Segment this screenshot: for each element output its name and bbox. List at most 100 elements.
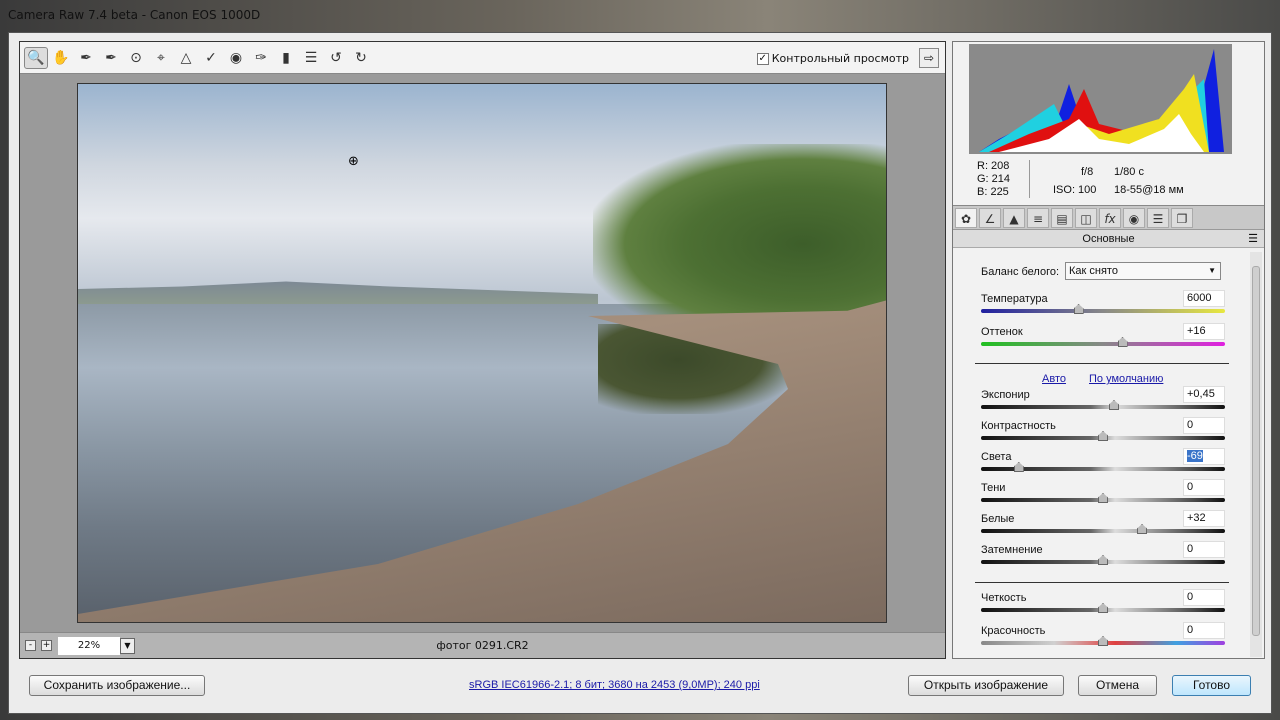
slider-label: Экспонир (981, 389, 1030, 401)
iso: ISO: 100 (1053, 184, 1097, 196)
adjustments-panel: R: 208 G: 214 B: 225 f/8 1/80 c ISO: 100… (952, 41, 1265, 659)
rotate-right-icon[interactable]: ↻ (349, 47, 373, 69)
cancel-button[interactable]: Отмена (1078, 675, 1157, 696)
slider-value-input[interactable]: 0 (1183, 417, 1225, 434)
checkbox-check-icon[interactable]: ✓ (756, 52, 769, 65)
panel-scrollbar[interactable] (1250, 252, 1262, 657)
camera-raw-dialog: 🔍 ✋ ✒ ✒ ⊙ ⌖ △ ✓ ◉ ✑ ▮ ☰ ↺ ↻ ✓ Контрольный… (8, 32, 1272, 714)
slider-value-input[interactable]: -69 (1183, 448, 1225, 465)
tab-camera-calibration-icon[interactable]: ◉ (1123, 207, 1145, 228)
slider-handle[interactable] (1108, 400, 1119, 410)
slider-value-input[interactable]: 0 (1183, 479, 1225, 496)
lens: 18-55@18 мм (1114, 184, 1184, 196)
tab-hsl-icon[interactable]: ≡ (1027, 207, 1049, 228)
dialog-footer: Сохранить изображение... sRGB IEC61966-2… (9, 665, 1271, 705)
graduated-filter-icon[interactable]: ▮ (274, 47, 298, 69)
tab-basic-icon[interactable]: ✿ (955, 207, 977, 228)
slider-value: +16 (1187, 325, 1206, 337)
slider-label: Температура (981, 293, 1048, 305)
slider-value-input[interactable]: +16 (1183, 323, 1225, 340)
slider-value: 0 (1187, 591, 1194, 603)
file-name: фотог 0291.CR2 (436, 639, 529, 652)
slider-handle[interactable] (1098, 555, 1108, 565)
slider-handle[interactable] (1098, 493, 1108, 503)
zoom-out-button[interactable]: - (25, 640, 36, 651)
tab-presets-icon[interactable]: ☰ (1147, 207, 1169, 228)
basic-panel: Баланс белого: Как снято ▼ Температура 60… (953, 249, 1249, 659)
open-image-button[interactable]: Открыть изображение (908, 675, 1064, 696)
slider-value-input[interactable]: 0 (1183, 589, 1225, 606)
slider-value: -69 (1187, 450, 1203, 462)
crop-icon[interactable]: ⌖ (149, 47, 173, 69)
preview-label: Контрольный просмотр (771, 52, 909, 65)
toolbar: 🔍 ✋ ✒ ✒ ⊙ ⌖ △ ✓ ◉ ✑ ▮ ☰ ↺ ↻ ✓ Контрольный… (20, 42, 945, 74)
panel-menu-icon[interactable]: ☰ (1248, 230, 1258, 248)
mountains (78, 281, 598, 304)
rotate-left-icon[interactable]: ↺ (324, 47, 348, 69)
shutter: 1/80 c (1114, 166, 1144, 178)
b-value: B: 225 (977, 186, 1009, 198)
slider-handle[interactable] (1073, 304, 1084, 314)
slider-track[interactable] (981, 529, 1225, 533)
zoom-level[interactable]: 22% (58, 636, 120, 655)
slider-handle[interactable] (1098, 431, 1108, 441)
targeted-adjustment-icon[interactable]: ⊙ (124, 47, 148, 69)
image-preview[interactable]: ⊕ (77, 83, 887, 623)
status-bar: - + 22% ▼ фотог 0291.CR2 (20, 632, 945, 658)
tab-effects-icon[interactable]: fx (1099, 207, 1121, 228)
wb-label: Баланс белого: (981, 266, 1060, 278)
tab-tone-curve-icon[interactable]: ∠ (979, 207, 1001, 228)
slider-handle[interactable] (1098, 636, 1108, 646)
slider-value-input[interactable]: 6000 (1183, 290, 1225, 307)
histogram (969, 44, 1232, 154)
default-link[interactable]: По умолчанию (1089, 373, 1163, 385)
wb-select[interactable]: Как снято ▼ (1065, 262, 1221, 280)
slider-value-input[interactable]: +32 (1183, 510, 1225, 527)
preview-area: 🔍 ✋ ✒ ✒ ⊙ ⌖ △ ✓ ◉ ✑ ▮ ☰ ↺ ↻ ✓ Контрольный… (19, 41, 946, 659)
preferences-icon[interactable]: ☰ (299, 47, 323, 69)
slider-value-input[interactable]: +0,45 (1183, 386, 1225, 403)
r-value: R: 208 (977, 160, 1010, 172)
zoom-dropdown-icon[interactable]: ▼ (120, 637, 135, 654)
slider-handle[interactable] (1137, 524, 1148, 534)
adjustment-brush-icon[interactable]: ✑ (249, 47, 273, 69)
slider-value-input[interactable]: 0 (1183, 541, 1225, 558)
divider (975, 582, 1229, 583)
tab-snapshots-icon[interactable]: ❐ (1171, 207, 1193, 228)
tab-lens-icon[interactable]: ◫ (1075, 207, 1097, 228)
slider-track[interactable] (981, 309, 1225, 313)
slider-value-input[interactable]: 0 (1183, 622, 1225, 639)
auto-link[interactable]: Авто (1042, 373, 1066, 385)
scrollbar-thumb[interactable] (1252, 266, 1260, 636)
panel-tabs: ✿ ∠ ▲ ≡ ▤ ◫ fx ◉ ☰ ❐ (953, 205, 1264, 230)
color-sampler-icon[interactable]: ✒ (99, 47, 123, 69)
wb-value: Как снято (1069, 265, 1118, 277)
slider-track[interactable] (981, 405, 1225, 409)
slider-value: +32 (1187, 512, 1206, 524)
slider-label: Тени (981, 482, 1006, 494)
slider-label: Затемнение (981, 544, 1043, 556)
slider-value: 0 (1187, 624, 1194, 636)
slider-label: Четкость (981, 592, 1027, 604)
slider-value: 0 (1187, 481, 1194, 493)
straighten-icon[interactable]: △ (174, 47, 198, 69)
divider (975, 363, 1229, 364)
zoom-in-button[interactable]: + (41, 640, 52, 651)
slider-handle[interactable] (1013, 462, 1024, 472)
done-button[interactable]: Готово (1172, 675, 1251, 696)
spot-removal-icon[interactable]: ✓ (199, 47, 223, 69)
hand-icon[interactable]: ✋ (49, 47, 73, 69)
fullscreen-icon[interactable]: ⇨ (919, 48, 939, 68)
workflow-options-link[interactable]: sRGB IEC61966-2.1; 8 бит; 3680 на 2453 (… (469, 679, 760, 691)
zoom-icon[interactable]: 🔍 (24, 46, 48, 69)
save-image-button[interactable]: Сохранить изображение... (29, 675, 205, 696)
slider-label: Контрастность (981, 420, 1056, 432)
preview-checkbox[interactable]: ✓ Контрольный просмотр (756, 52, 909, 65)
white-balance-icon[interactable]: ✒ (74, 47, 98, 69)
slider-handle[interactable] (1117, 337, 1128, 347)
slider-track[interactable] (981, 342, 1225, 346)
red-eye-icon[interactable]: ◉ (224, 47, 248, 69)
tab-detail-icon[interactable]: ▲ (1003, 207, 1025, 228)
tab-split-toning-icon[interactable]: ▤ (1051, 207, 1073, 228)
slider-handle[interactable] (1098, 603, 1108, 613)
